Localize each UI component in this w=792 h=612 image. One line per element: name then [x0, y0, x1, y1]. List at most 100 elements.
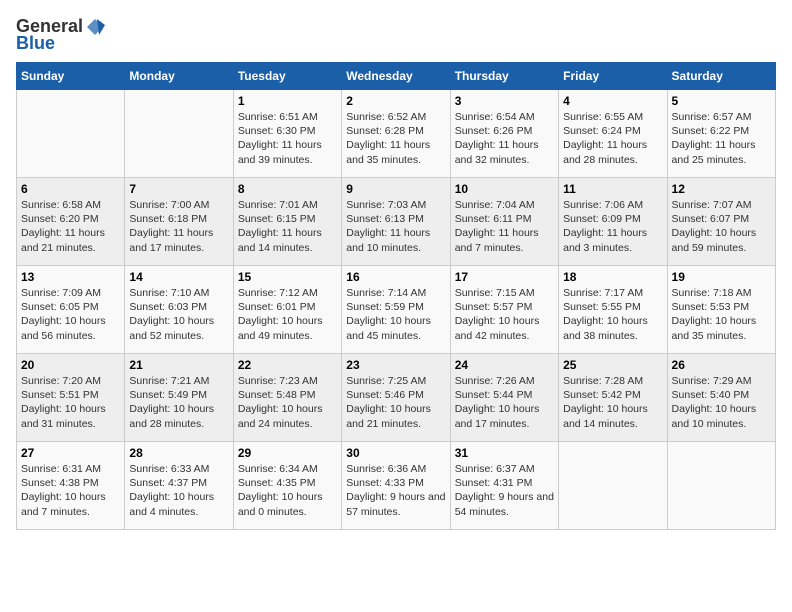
day-cell: 30 Sunrise: 6:36 AMSunset: 4:33 PMDayligh…: [342, 442, 450, 530]
day-number: 2: [346, 94, 445, 108]
header-thursday: Thursday: [450, 63, 558, 90]
day-cell: 3Sunrise: 6:54 AMSunset: 6:26 PMDaylight…: [450, 90, 558, 178]
day-number: 21: [129, 358, 228, 372]
day-info: Sunrise: 7:04 AMSunset: 6:11 PMDaylight:…: [455, 198, 554, 255]
day-cell: 21 Sunrise: 7:21 AMSunset: 5:49 PMDayligh…: [125, 354, 233, 442]
day-info: Sunrise: 7:21 AMSunset: 5:49 PMDaylight:…: [129, 374, 228, 431]
week-row-4: 20 Sunrise: 7:20 AMSunset: 5:51 PMDayligh…: [17, 354, 776, 442]
logo: General Blue: [16, 16, 105, 54]
day-info: Sunrise: 6:58 AMSunset: 6:20 PMDaylight:…: [21, 198, 120, 255]
day-info: Sunrise: 7:07 AMSunset: 6:07 PMDaylight:…: [672, 198, 771, 255]
calendar-body: 1 Sunrise: 6:51 AMSunset: 6:30 PMDaylight…: [17, 90, 776, 530]
day-cell: 12 Sunrise: 7:07 AMSunset: 6:07 PMDayligh…: [667, 178, 775, 266]
day-info: Sunrise: 7:18 AMSunset: 5:53 PMDaylight:…: [672, 286, 771, 343]
day-cell: 10 Sunrise: 7:04 AMSunset: 6:11 PMDayligh…: [450, 178, 558, 266]
header-friday: Friday: [559, 63, 667, 90]
day-info: Sunrise: 7:00 AMSunset: 6:18 PMDaylight:…: [129, 198, 228, 255]
header-wednesday: Wednesday: [342, 63, 450, 90]
day-cell: 9 Sunrise: 7:03 AMSunset: 6:13 PMDaylight…: [342, 178, 450, 266]
day-cell: 27 Sunrise: 6:31 AMSunset: 4:38 PMDayligh…: [17, 442, 125, 530]
day-info: Sunrise: 6:57 AMSunset: 6:22 PMDaylight:…: [672, 110, 771, 167]
day-number: 6: [21, 182, 120, 196]
day-number: 11: [563, 182, 662, 196]
day-number: 22: [238, 358, 337, 372]
day-cell: 14 Sunrise: 7:10 AMSunset: 6:03 PMDayligh…: [125, 266, 233, 354]
day-cell: 1 Sunrise: 6:51 AMSunset: 6:30 PMDaylight…: [233, 90, 341, 178]
day-number: 14: [129, 270, 228, 284]
day-number: 27: [21, 446, 120, 460]
day-number: 4: [563, 94, 662, 108]
day-info: Sunrise: 7:06 AMSunset: 6:09 PMDaylight:…: [563, 198, 662, 255]
day-cell: [667, 442, 775, 530]
logo-icon: [85, 17, 105, 37]
day-cell: 26Sunrise: 7:29 AMSunset: 5:40 PMDayligh…: [667, 354, 775, 442]
day-info: Sunrise: 7:03 AMSunset: 6:13 PMDaylight:…: [346, 198, 445, 255]
day-cell: 22 Sunrise: 7:23 AMSunset: 5:48 PMDayligh…: [233, 354, 341, 442]
logo-blue: Blue: [16, 33, 55, 54]
day-info: Sunrise: 7:15 AMSunset: 5:57 PMDaylight:…: [455, 286, 554, 343]
day-cell: 24 Sunrise: 7:26 AMSunset: 5:44 PMDayligh…: [450, 354, 558, 442]
day-number: 1: [238, 94, 337, 108]
day-number: 18: [563, 270, 662, 284]
day-number: 8: [238, 182, 337, 196]
day-number: 17: [455, 270, 554, 284]
week-row-5: 27 Sunrise: 6:31 AMSunset: 4:38 PMDayligh…: [17, 442, 776, 530]
day-info: Sunrise: 7:17 AMSunset: 5:55 PMDaylight:…: [563, 286, 662, 343]
day-number: 30: [346, 446, 445, 460]
day-info: Sunrise: 7:01 AMSunset: 6:15 PMDaylight:…: [238, 198, 337, 255]
day-cell: 15Sunrise: 7:12 AMSunset: 6:01 PMDayligh…: [233, 266, 341, 354]
day-cell: 28 Sunrise: 6:33 AMSunset: 4:37 PMDayligh…: [125, 442, 233, 530]
day-number: 20: [21, 358, 120, 372]
day-cell: 17 Sunrise: 7:15 AMSunset: 5:57 PMDayligh…: [450, 266, 558, 354]
week-row-2: 6 Sunrise: 6:58 AMSunset: 6:20 PMDaylight…: [17, 178, 776, 266]
day-cell: 18 Sunrise: 7:17 AMSunset: 5:55 PMDayligh…: [559, 266, 667, 354]
day-info: Sunrise: 6:36 AMSunset: 4:33 PMDaylight:…: [346, 462, 445, 519]
day-cell: [559, 442, 667, 530]
day-number: 16: [346, 270, 445, 284]
day-info: Sunrise: 6:37 AMSunset: 4:31 PMDaylight:…: [455, 462, 554, 519]
day-cell: 2Sunrise: 6:52 AMSunset: 6:28 PMDaylight…: [342, 90, 450, 178]
day-info: Sunrise: 7:26 AMSunset: 5:44 PMDaylight:…: [455, 374, 554, 431]
day-info: Sunrise: 6:33 AMSunset: 4:37 PMDaylight:…: [129, 462, 228, 519]
day-info: Sunrise: 7:29 AMSunset: 5:40 PMDaylight:…: [672, 374, 771, 431]
day-cell: 11 Sunrise: 7:06 AMSunset: 6:09 PMDayligh…: [559, 178, 667, 266]
day-info: Sunrise: 7:25 AMSunset: 5:46 PMDaylight:…: [346, 374, 445, 431]
calendar-header-row: SundayMondayTuesdayWednesdayThursdayFrid…: [17, 63, 776, 90]
day-number: 28: [129, 446, 228, 460]
header-monday: Monday: [125, 63, 233, 90]
day-number: 7: [129, 182, 228, 196]
day-info: Sunrise: 7:12 AMSunset: 6:01 PMDaylight:…: [238, 286, 337, 343]
header-tuesday: Tuesday: [233, 63, 341, 90]
day-number: 12: [672, 182, 771, 196]
day-cell: 6 Sunrise: 6:58 AMSunset: 6:20 PMDaylight…: [17, 178, 125, 266]
day-number: 19: [672, 270, 771, 284]
day-info: Sunrise: 7:23 AMSunset: 5:48 PMDaylight:…: [238, 374, 337, 431]
day-cell: 20 Sunrise: 7:20 AMSunset: 5:51 PMDayligh…: [17, 354, 125, 442]
day-cell: 5 Sunrise: 6:57 AMSunset: 6:22 PMDaylight…: [667, 90, 775, 178]
day-number: 3: [455, 94, 554, 108]
day-info: Sunrise: 6:31 AMSunset: 4:38 PMDaylight:…: [21, 462, 120, 519]
day-cell: 8 Sunrise: 7:01 AMSunset: 6:15 PMDaylight…: [233, 178, 341, 266]
day-cell: [17, 90, 125, 178]
day-number: 29: [238, 446, 337, 460]
header-saturday: Saturday: [667, 63, 775, 90]
day-cell: 19 Sunrise: 7:18 AMSunset: 5:53 PMDayligh…: [667, 266, 775, 354]
day-number: 13: [21, 270, 120, 284]
header-sunday: Sunday: [17, 63, 125, 90]
day-info: Sunrise: 7:20 AMSunset: 5:51 PMDaylight:…: [21, 374, 120, 431]
day-info: Sunrise: 6:55 AMSunset: 6:24 PMDaylight:…: [563, 110, 662, 167]
day-number: 24: [455, 358, 554, 372]
day-number: 9: [346, 182, 445, 196]
page-header: General Blue: [16, 16, 776, 54]
day-cell: [125, 90, 233, 178]
day-info: Sunrise: 7:28 AMSunset: 5:42 PMDaylight:…: [563, 374, 662, 431]
day-number: 10: [455, 182, 554, 196]
day-cell: 29 Sunrise: 6:34 AMSunset: 4:35 PMDayligh…: [233, 442, 341, 530]
day-number: 5: [672, 94, 771, 108]
day-info: Sunrise: 7:14 AMSunset: 5:59 PMDaylight:…: [346, 286, 445, 343]
day-cell: 23Sunrise: 7:25 AMSunset: 5:46 PMDayligh…: [342, 354, 450, 442]
week-row-1: 1 Sunrise: 6:51 AMSunset: 6:30 PMDaylight…: [17, 90, 776, 178]
day-info: Sunrise: 6:51 AMSunset: 6:30 PMDaylight:…: [238, 110, 337, 167]
day-info: Sunrise: 7:10 AMSunset: 6:03 PMDaylight:…: [129, 286, 228, 343]
day-info: Sunrise: 6:34 AMSunset: 4:35 PMDaylight:…: [238, 462, 337, 519]
